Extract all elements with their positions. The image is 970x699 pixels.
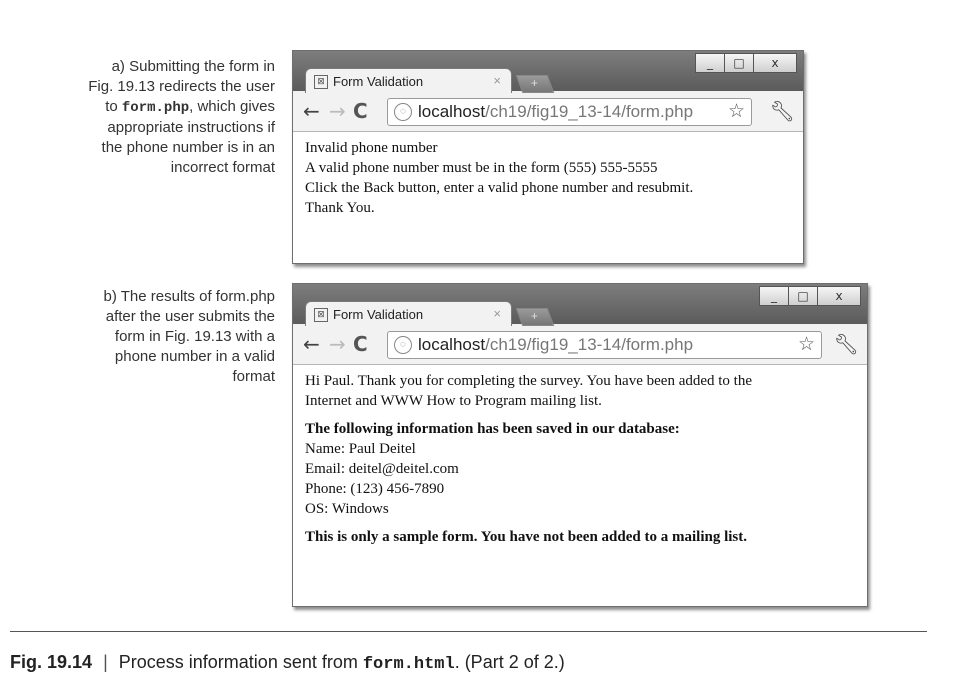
- saved-heading: The following information has been saved…: [305, 421, 680, 437]
- forward-arrow-icon[interactable]: →: [329, 99, 346, 123]
- back-arrow-icon[interactable]: ←: [303, 332, 320, 356]
- figure-number: Fig. 19.14: [10, 652, 93, 672]
- tab-form-validation[interactable]: ⊠ Form Validation ×: [305, 301, 512, 328]
- intro-line: Internet and WWW How to Program mailing …: [305, 393, 602, 409]
- reload-icon[interactable]: C: [353, 332, 368, 356]
- content-line: A valid phone number must be in the form…: [305, 160, 658, 176]
- field-name: Name: Paul Deitel: [305, 441, 416, 457]
- caption-b-line: phone number in a valid: [114, 348, 275, 365]
- wrench-icon[interactable]: 🔧︎: [834, 332, 859, 356]
- toolbar: ← → C ◌ localhost/ch19/fig19_13-14/form.…: [293, 93, 803, 132]
- caption-b: b) The results of form.php after the use…: [40, 287, 275, 387]
- reload-icon[interactable]: C: [353, 99, 368, 123]
- caption-separator: |: [103, 652, 108, 672]
- caption-a-line: Fig. 19.13 redirects the user: [88, 78, 275, 95]
- url-text: localhost/ch19/fig19_13-14/form.php: [418, 102, 694, 121]
- tab-title: Form Validation: [333, 74, 424, 89]
- window-controls: _ □ x: [695, 53, 797, 73]
- caption-a-line: incorrect format: [170, 159, 275, 176]
- notice: This is only a sample form. You have not…: [305, 529, 747, 545]
- caption-text-end: . (Part 2 of 2.): [454, 652, 565, 672]
- forward-arrow-icon[interactable]: →: [329, 332, 346, 356]
- field-phone: Phone: (123) 456-7890: [305, 481, 445, 497]
- caption-b-line: after the user submits the: [105, 308, 275, 325]
- browser-window-a: _ □ x ⊠ Form Validation × + ← → C ◌ loca…: [292, 50, 804, 264]
- maximize-button[interactable]: □: [724, 53, 754, 73]
- caption-a-line: a) Submitting the form in: [111, 58, 275, 75]
- caption-b-line: b) The results of form.php: [103, 288, 275, 305]
- tab-close-icon[interactable]: ×: [493, 306, 501, 321]
- address-bar[interactable]: ◌ localhost/ch19/fig19_13-14/form.php ☆: [387, 331, 822, 359]
- minimize-button[interactable]: _: [759, 286, 789, 306]
- address-bar[interactable]: ◌ localhost/ch19/fig19_13-14/form.php ☆: [387, 98, 752, 126]
- content-line: Invalid phone number: [305, 140, 438, 156]
- caption-b-line: format: [232, 368, 275, 385]
- page-content: Invalid phone number A valid phone numbe…: [293, 132, 803, 263]
- content-line: Thank You.: [305, 200, 375, 216]
- content-line: Click the Back button, enter a valid pho…: [305, 180, 694, 196]
- field-email: Email: deitel@deitel.com: [305, 461, 459, 477]
- maximize-button[interactable]: □: [788, 286, 818, 306]
- caption-text: Process information sent from: [118, 652, 363, 672]
- wrench-icon[interactable]: 🔧︎: [770, 99, 795, 123]
- caption-a-line: to form.php, which gives: [105, 98, 275, 116]
- caption-divider: [10, 631, 927, 632]
- code-form-php: form.php: [121, 100, 190, 116]
- field-os: OS: Windows: [305, 501, 389, 517]
- caption-b-line: form in Fig. 19.13 with a: [114, 328, 275, 345]
- figure-caption: Fig. 19.14 | Process information sent fr…: [10, 652, 565, 674]
- page-favicon-icon: ⊠: [314, 75, 328, 89]
- close-window-button[interactable]: x: [753, 53, 797, 73]
- new-tab-button[interactable]: +: [515, 75, 555, 93]
- close-window-button[interactable]: x: [817, 286, 861, 306]
- caption-a-line: appropriate instructions if: [107, 119, 275, 136]
- caption-a-line: the phone number is in an: [101, 139, 275, 156]
- bookmark-star-icon[interactable]: ☆: [728, 100, 745, 122]
- url-text: localhost/ch19/fig19_13-14/form.php: [418, 335, 694, 354]
- minimize-button[interactable]: _: [695, 53, 725, 73]
- toolbar: ← → C ◌ localhost/ch19/fig19_13-14/form.…: [293, 326, 867, 365]
- caption-a: a) Submitting the form in Fig. 19.13 red…: [40, 57, 275, 178]
- page-favicon-icon: ⊠: [314, 308, 328, 322]
- new-tab-button[interactable]: +: [515, 308, 555, 326]
- browser-window-b: _ □ x ⊠ Form Validation × + ← → C ◌ loca…: [292, 283, 868, 607]
- tab-form-validation[interactable]: ⊠ Form Validation ×: [305, 68, 512, 95]
- page-content: Hi Paul. Thank you for completing the su…: [293, 365, 867, 606]
- tab-title: Form Validation: [333, 307, 424, 322]
- page-globe-icon: ◌: [394, 336, 412, 354]
- tab-close-icon[interactable]: ×: [493, 73, 501, 88]
- bookmark-star-icon[interactable]: ☆: [798, 333, 815, 355]
- back-arrow-icon[interactable]: ←: [303, 99, 320, 123]
- window-controls: _ □ x: [759, 286, 861, 306]
- code-form-html: form.html: [362, 655, 455, 674]
- intro-line: Hi Paul. Thank you for completing the su…: [305, 373, 752, 389]
- page-globe-icon: ◌: [394, 103, 412, 121]
